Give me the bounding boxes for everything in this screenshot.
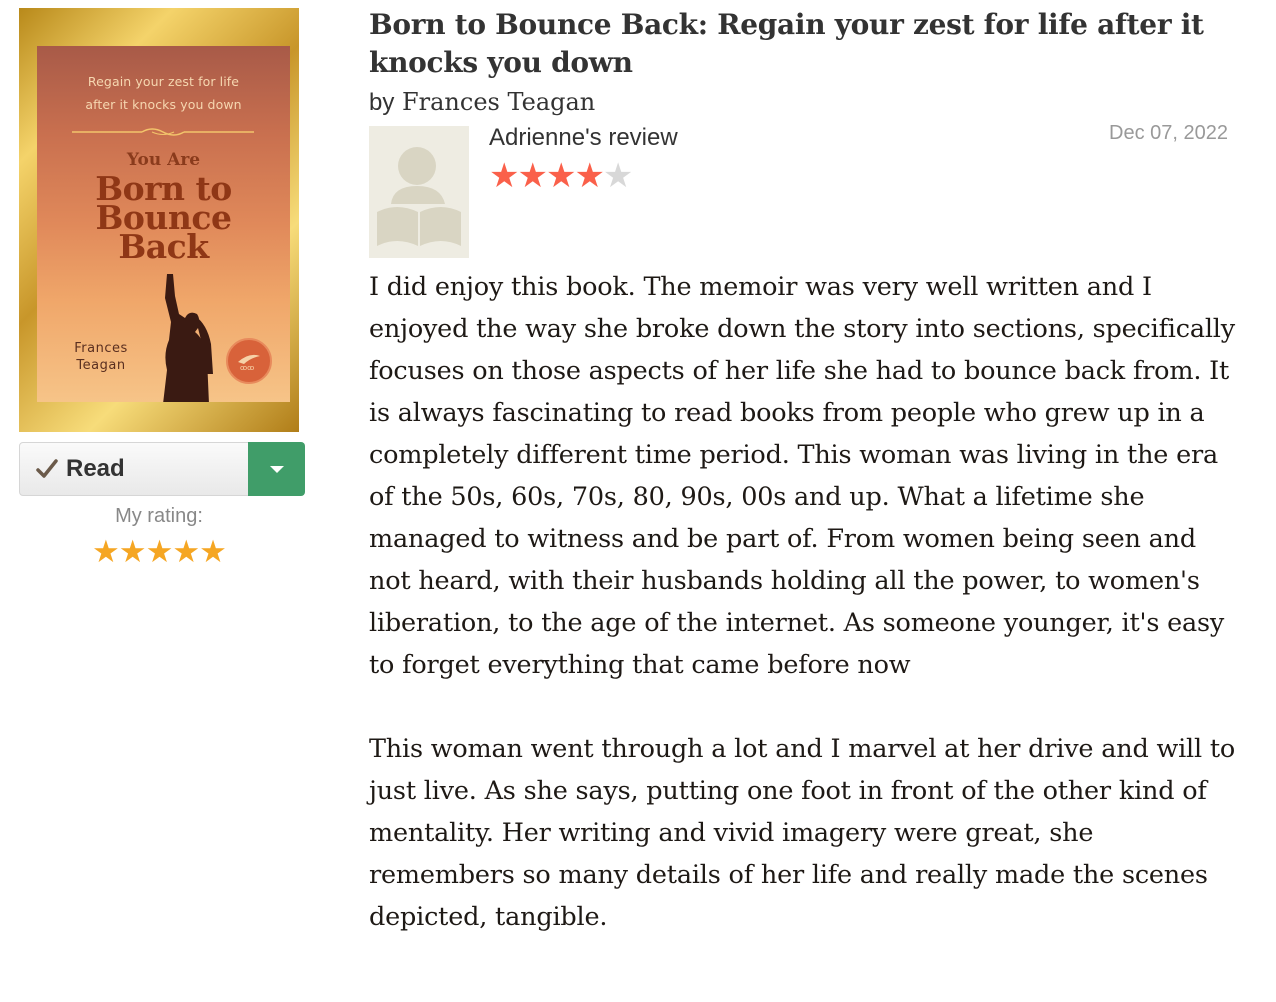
shelf-dropdown-button[interactable] [248, 442, 305, 496]
byline-prefix: by [369, 89, 395, 116]
review-stars-filled: ★★★★ [489, 156, 605, 196]
review-paragraph: I did enjoy this book. The memoir was ve… [369, 272, 1235, 680]
reader-placeholder-icon [377, 147, 461, 246]
book-author-link[interactable]: Frances Teagan [402, 88, 595, 116]
cover-subtitle: Regain your zest for life after it knock… [85, 74, 242, 112]
review-body: I did enjoy this book. The memoir was ve… [369, 266, 1239, 980]
reviewer-name-link[interactable]: Adrienne [489, 124, 585, 151]
publisher-badge-icon: ꝏꝏ [226, 338, 272, 384]
raised-fist-silhouette-icon [163, 274, 213, 402]
book-title[interactable]: Born to Bounce Back: Regain your zest fo… [369, 6, 1249, 82]
svg-text:ꝏꝏ: ꝏꝏ [240, 364, 254, 372]
caret-down-icon [270, 466, 284, 473]
my-rating-stars[interactable]: ★★★★★ [19, 534, 299, 570]
cover-author: Frances Teagan [74, 341, 128, 373]
review-stars-empty: ★ [602, 156, 634, 196]
shelf-status-label: Read [66, 455, 125, 482]
shelf-status-button[interactable]: Read [19, 442, 249, 496]
cover-title: Born to Bounce Back [95, 169, 232, 266]
book-cover[interactable]: Regain your zest for life after it knock… [19, 8, 299, 432]
my-rating-label: My rating: [115, 505, 203, 527]
cover-kicker: You Are [126, 150, 201, 170]
reviewer-avatar[interactable] [369, 126, 469, 258]
review-date[interactable]: Dec 07, 2022 [1109, 122, 1228, 145]
reviewer-suffix: 's review [585, 124, 678, 151]
reviewer-heading: Adrienne's review [489, 124, 678, 152]
review-paragraph: This woman went through a lot and I marv… [369, 734, 1236, 932]
review-rating-stars: ★★★★★ [489, 156, 634, 196]
book-cover-art: Regain your zest for life after it knock… [37, 46, 290, 402]
ornament-divider-icon [72, 128, 254, 136]
checkmark-icon [36, 459, 58, 478]
byline: by Frances Teagan [369, 88, 595, 117]
